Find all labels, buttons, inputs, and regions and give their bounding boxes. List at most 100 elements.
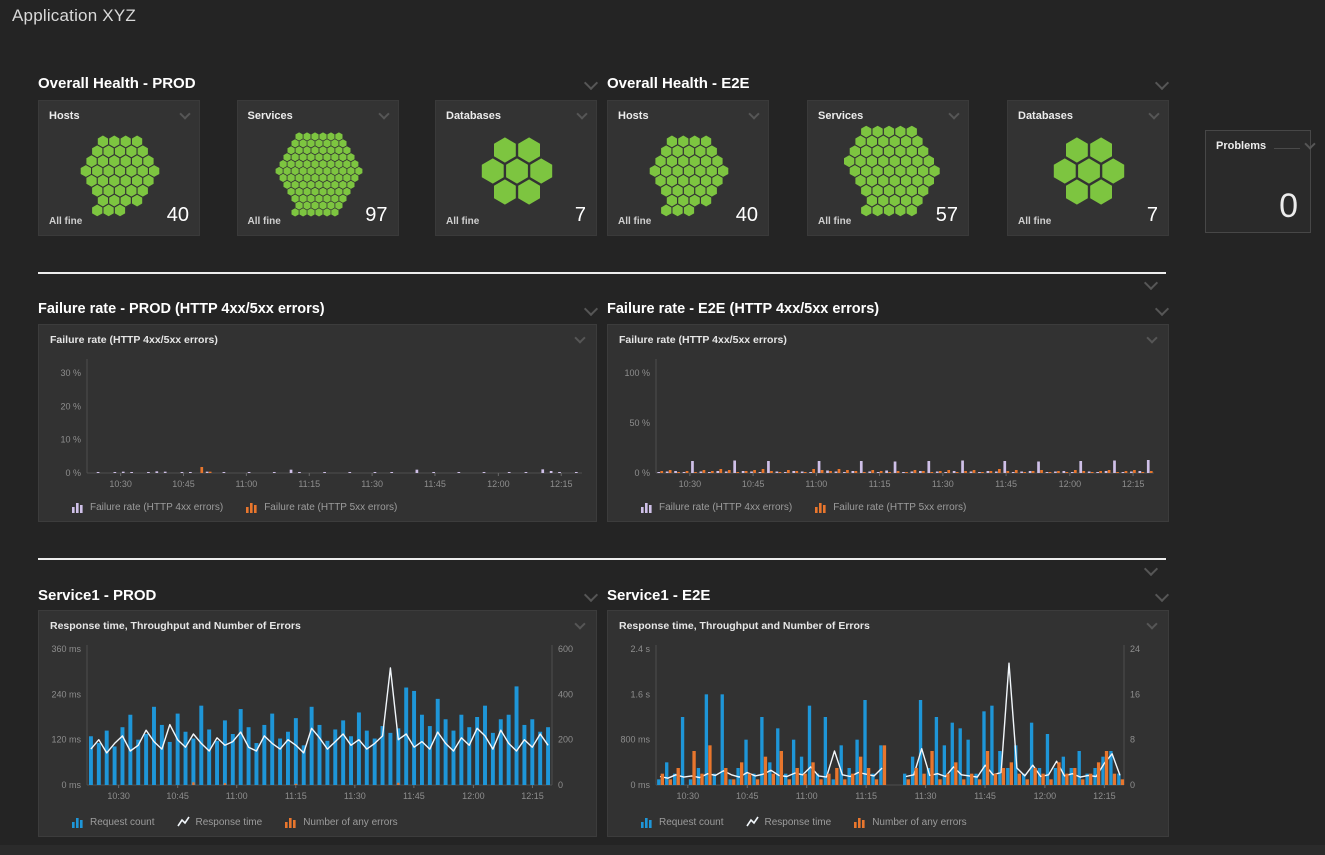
section-title: Failure rate - E2E (HTTP 4xx/5xx errors)	[607, 301, 879, 317]
legend-item[interactable]: Number of any errors	[284, 816, 397, 828]
svg-text:240 ms: 240 ms	[51, 689, 81, 699]
legend-label: Number of any errors	[303, 817, 397, 828]
svg-text:12:15: 12:15	[550, 479, 573, 489]
svg-text:10:30: 10:30	[109, 479, 132, 489]
problems-tile[interactable]: Problems 0	[1205, 130, 1311, 233]
svg-text:50 %: 50 %	[629, 418, 650, 428]
legend-item[interactable]: Request count	[640, 816, 724, 828]
section-header-failure-prod: Failure rate - PROD (HTTP 4xx/5xx errors…	[38, 298, 596, 320]
failure-rate-prod-tile[interactable]: Failure rate (HTTP 4xx/5xx errors) 0 % 10…	[38, 324, 597, 522]
legend-item[interactable]: Request count	[71, 816, 155, 828]
tile-status: All fine	[618, 216, 651, 227]
svg-text:10:30: 10:30	[107, 791, 130, 801]
bar-series-icon	[814, 501, 827, 513]
legend-label: Failure rate (HTTP 5xx errors)	[264, 502, 397, 513]
svg-text:0 %: 0 %	[65, 468, 81, 478]
section-title: Failure rate - PROD (HTTP 4xx/5xx errors…	[38, 301, 325, 317]
svg-text:11:00: 11:00	[235, 479, 257, 489]
svg-text:0: 0	[558, 780, 563, 790]
section-header-service-e2e: Service1 - E2E	[607, 584, 1167, 606]
legend-label: Request count	[659, 817, 724, 828]
svg-text:11:15: 11:15	[869, 479, 891, 489]
health-tile-databases-e2e[interactable]: Databases All fine7	[1007, 100, 1169, 236]
bar-series-icon	[853, 816, 866, 828]
chevron-down-icon[interactable]	[584, 76, 598, 90]
service1-prod-tile[interactable]: Response time, Throughput and Number of …	[38, 610, 597, 837]
chevron-down-icon[interactable]	[1304, 138, 1315, 149]
tile-status: All fine	[1018, 216, 1051, 227]
svg-text:11:45: 11:45	[974, 791, 996, 801]
svg-text:11:00: 11:00	[226, 791, 248, 801]
chevron-down-icon[interactable]	[1155, 76, 1169, 90]
legend-item[interactable]: Response time	[177, 816, 263, 828]
chevron-down-icon[interactable]	[378, 108, 389, 119]
chevron-down-icon[interactable]	[748, 108, 759, 119]
bar-series-icon	[71, 501, 84, 513]
svg-text:11:00: 11:00	[796, 791, 818, 801]
legend-item[interactable]: Response time	[746, 816, 832, 828]
chevron-down-icon[interactable]	[948, 108, 959, 119]
chevron-down-icon[interactable]	[576, 108, 587, 119]
health-tile-services-prod[interactable]: Services All fine97	[237, 100, 399, 236]
section-header-failure-e2e: Failure rate - E2E (HTTP 4xx/5xx errors)	[607, 298, 1167, 320]
section-header-service-prod: Service1 - PROD	[38, 584, 596, 606]
svg-text:11:30: 11:30	[932, 479, 954, 489]
section-title: Overall Health - E2E	[607, 75, 750, 92]
service-metrics-chart[interactable]: 0 ms120 ms240 ms360 ms020040060010:3010:…	[39, 639, 596, 805]
health-tile-hosts-prod[interactable]: Hosts All fine40	[38, 100, 200, 236]
svg-text:11:15: 11:15	[855, 791, 877, 801]
legend-item[interactable]: Failure rate (HTTP 5xx errors)	[245, 501, 397, 513]
chevron-down-icon[interactable]	[584, 588, 598, 602]
line-series-icon	[746, 816, 759, 828]
svg-text:24: 24	[1130, 644, 1140, 654]
svg-text:30 %: 30 %	[60, 368, 81, 378]
chevron-down-icon[interactable]	[1146, 332, 1157, 343]
tile-count: 40	[736, 204, 758, 227]
legend-item[interactable]: Number of any errors	[853, 816, 966, 828]
chevron-down-icon[interactable]	[1144, 562, 1158, 576]
chart-title: Failure rate (HTTP 4xx/5xx errors)	[50, 334, 218, 346]
svg-text:0 %: 0 %	[634, 468, 650, 478]
chevron-down-icon[interactable]	[574, 332, 585, 343]
svg-text:100 %: 100 %	[624, 368, 650, 378]
bar-series-icon	[71, 816, 84, 828]
health-tiles-prod: Hosts All fine40 Services All fine97 Dat…	[38, 100, 597, 236]
legend-label: Number of any errors	[872, 817, 966, 828]
next-row-edge	[0, 845, 1325, 855]
failure-rate-e2e-tile[interactable]: Failure rate (HTTP 4xx/5xx errors) 0 %50…	[607, 324, 1169, 522]
tile-count: 7	[575, 204, 586, 227]
chevron-down-icon[interactable]	[574, 618, 585, 629]
svg-text:11:30: 11:30	[915, 791, 937, 801]
chevron-down-icon[interactable]	[584, 302, 598, 316]
failure-rate-chart[interactable]: 0 %50 %100 %10:3010:4511:0011:1511:3011:…	[608, 353, 1168, 493]
legend-label: Failure rate (HTTP 4xx errors)	[659, 502, 792, 513]
svg-text:400: 400	[558, 689, 573, 699]
svg-text:0: 0	[1130, 780, 1135, 790]
chevron-down-icon[interactable]	[1155, 302, 1169, 316]
chart-legend: Request count Response time Number of any …	[640, 816, 967, 828]
health-tile-hosts-e2e[interactable]: Hosts All fine40	[607, 100, 769, 236]
svg-text:2.4 s: 2.4 s	[630, 644, 650, 654]
section-divider	[38, 558, 1166, 560]
svg-text:12:00: 12:00	[1034, 791, 1057, 801]
legend-item[interactable]: Failure rate (HTTP 4xx errors)	[640, 501, 792, 513]
tile-status: All fine	[49, 216, 82, 227]
health-tile-databases-prod[interactable]: Databases All fine7	[435, 100, 597, 236]
tile-title: Services	[818, 110, 863, 122]
service-metrics-chart[interactable]: 0 ms800 ms1.6 s2.4 s08162410:3010:4511:0…	[608, 639, 1168, 805]
chevron-down-icon[interactable]	[1155, 588, 1169, 602]
svg-text:16: 16	[1130, 689, 1140, 699]
chevron-down-icon[interactable]	[1146, 618, 1157, 629]
chevron-down-icon[interactable]	[1144, 276, 1158, 290]
failure-rate-chart[interactable]: 0 %10 %20 %30 %10:3010:4511:0011:1511:30…	[39, 353, 596, 493]
section-header-health-prod: Overall Health - PROD	[38, 72, 596, 94]
service1-e2e-tile[interactable]: Response time, Throughput and Number of …	[607, 610, 1169, 837]
chevron-down-icon[interactable]	[1148, 108, 1159, 119]
tile-status: All fine	[446, 216, 479, 227]
chevron-down-icon[interactable]	[179, 108, 190, 119]
legend-item[interactable]: Failure rate (HTTP 5xx errors)	[814, 501, 966, 513]
legend-item[interactable]: Failure rate (HTTP 4xx errors)	[71, 501, 223, 513]
svg-text:10 %: 10 %	[60, 435, 81, 445]
section-title: Overall Health - PROD	[38, 75, 196, 92]
health-tile-services-e2e[interactable]: Services All fine57	[807, 100, 969, 236]
